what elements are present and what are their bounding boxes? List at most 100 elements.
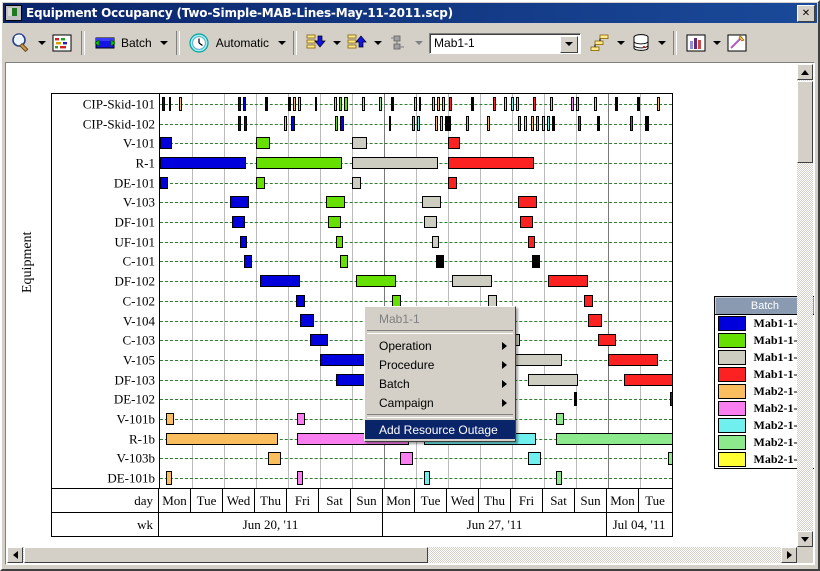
gantt-bar[interactable] bbox=[542, 116, 545, 130]
context-menu-item-operation[interactable]: Operation bbox=[365, 336, 515, 355]
gantt-bar[interactable] bbox=[556, 413, 564, 425]
gantt-bar[interactable] bbox=[518, 196, 537, 208]
gantt-bar[interactable] bbox=[424, 216, 437, 228]
gantt-bar[interactable] bbox=[571, 97, 574, 111]
gantt-bar[interactable] bbox=[532, 255, 540, 267]
gantt-bar[interactable] bbox=[624, 374, 672, 386]
gantt-bar[interactable] bbox=[608, 354, 658, 366]
vertical-scrollbar[interactable] bbox=[797, 64, 813, 547]
gantt-bar[interactable] bbox=[238, 116, 241, 130]
gantt-bar[interactable] bbox=[291, 116, 295, 130]
database-dropdown-arrow[interactable] bbox=[655, 30, 668, 56]
sort-descending-dropdown-arrow[interactable] bbox=[330, 30, 343, 56]
context-menu-item-procedure[interactable]: Procedure bbox=[365, 355, 515, 374]
gantt-bar[interactable] bbox=[179, 97, 182, 111]
gantt-bar[interactable] bbox=[391, 97, 394, 111]
gantt-bar[interactable] bbox=[436, 255, 444, 267]
gantt-bar[interactable] bbox=[230, 196, 249, 208]
gantt-bar[interactable] bbox=[238, 97, 241, 111]
scroll-right-button[interactable] bbox=[781, 547, 797, 563]
gantt-bar[interactable] bbox=[531, 116, 534, 130]
gantt-bar[interactable] bbox=[487, 116, 490, 130]
gantt-bar[interactable] bbox=[448, 177, 457, 189]
gantt-bar[interactable] bbox=[297, 471, 303, 485]
gantt-bar[interactable] bbox=[466, 116, 469, 130]
gantt-bar[interactable] bbox=[594, 97, 597, 111]
gantt-bar[interactable] bbox=[315, 97, 317, 111]
gantt-bar[interactable] bbox=[297, 413, 305, 425]
gantt-steps-dropdown-arrow[interactable] bbox=[614, 30, 627, 56]
gantt-bar[interactable] bbox=[352, 157, 438, 169]
gantt-bar[interactable] bbox=[352, 137, 367, 149]
gantt-bar[interactable] bbox=[445, 116, 451, 130]
gantt-bar[interactable] bbox=[412, 116, 415, 130]
gantt-bar[interactable] bbox=[584, 295, 593, 307]
gantt-bar[interactable] bbox=[598, 334, 616, 346]
gantt-bar[interactable] bbox=[449, 97, 452, 111]
gantt-bar[interactable] bbox=[340, 116, 344, 130]
horizontal-scrollbar[interactable] bbox=[7, 547, 797, 563]
gantt-bar[interactable] bbox=[244, 116, 247, 130]
context-menu-item-batch[interactable]: Batch bbox=[365, 374, 515, 393]
gantt-bar[interactable] bbox=[336, 236, 343, 248]
gantt-bar[interactable] bbox=[578, 116, 581, 130]
gantt-bar[interactable] bbox=[310, 334, 328, 346]
gantt-bar[interactable] bbox=[528, 374, 578, 386]
gantt-bar[interactable] bbox=[511, 97, 514, 111]
gantt-bar[interactable] bbox=[528, 452, 541, 464]
gantt-bar[interactable] bbox=[533, 97, 536, 111]
gantt-bar[interactable] bbox=[240, 236, 247, 248]
gantt-bar[interactable] bbox=[435, 116, 438, 130]
gantt-bar[interactable] bbox=[362, 97, 365, 111]
gantt-bar[interactable] bbox=[424, 471, 430, 485]
gantt-bar[interactable] bbox=[536, 116, 539, 130]
context-menu-item-add-resource-outage[interactable]: Add Resource Outage bbox=[365, 420, 515, 439]
pencil-chart-button[interactable] bbox=[724, 30, 750, 56]
horizontal-scrollbar-thumb[interactable] bbox=[24, 547, 428, 563]
gantt-bar[interactable] bbox=[256, 137, 270, 149]
gantt-bar[interactable] bbox=[326, 196, 345, 208]
gantt-bar[interactable] bbox=[389, 116, 391, 130]
gantt-bar[interactable] bbox=[298, 97, 301, 111]
gantt-bar[interactable] bbox=[528, 236, 535, 248]
gantt-bar[interactable] bbox=[452, 275, 492, 287]
sort-ascending-button[interactable] bbox=[344, 30, 370, 56]
context-menu-item-campaign[interactable]: Campaign bbox=[365, 393, 515, 412]
sort-ascending-dropdown-arrow[interactable] bbox=[371, 30, 384, 56]
batch-selector-dropdown-button[interactable] bbox=[560, 36, 578, 53]
gantt-bar[interactable] bbox=[518, 116, 521, 130]
context-menu[interactable]: Mab1-1 OperationProcedureBatchCampaign A… bbox=[364, 306, 516, 442]
gantt-bar[interactable] bbox=[440, 116, 443, 130]
gantt-bar[interactable] bbox=[471, 97, 474, 111]
gantt-bar[interactable] bbox=[296, 295, 305, 307]
gantt-bar[interactable] bbox=[417, 116, 420, 130]
gantt-bar[interactable] bbox=[356, 275, 396, 287]
gantt-bar[interactable] bbox=[668, 452, 672, 464]
gantt-bar[interactable] bbox=[344, 97, 348, 111]
batch-dropdown-arrow[interactable] bbox=[158, 30, 171, 56]
gantt-bar[interactable] bbox=[588, 314, 602, 326]
gantt-bar[interactable] bbox=[335, 116, 338, 130]
gantt-bar[interactable] bbox=[516, 97, 519, 111]
bar-chart-button[interactable] bbox=[683, 30, 709, 56]
gantt-bar[interactable] bbox=[547, 116, 550, 130]
gantt-bar[interactable] bbox=[160, 157, 246, 169]
gantt-bar[interactable] bbox=[657, 97, 660, 111]
gantt-bar[interactable] bbox=[448, 157, 534, 169]
palette-button[interactable] bbox=[49, 30, 75, 56]
gantt-bar[interactable] bbox=[232, 216, 245, 228]
zoom-dropdown-arrow[interactable] bbox=[35, 30, 48, 56]
gantt-bar[interactable] bbox=[334, 97, 337, 111]
gantt-bar[interactable] bbox=[442, 97, 445, 111]
gantt-bar[interactable] bbox=[448, 137, 460, 149]
filter-dropdown-arrow[interactable] bbox=[412, 30, 425, 56]
gantt-bar[interactable] bbox=[284, 116, 287, 130]
scroll-up-button[interactable] bbox=[797, 64, 813, 80]
close-button[interactable]: ✕ bbox=[797, 5, 815, 22]
gantt-bar[interactable] bbox=[256, 157, 342, 169]
gantt-bar[interactable] bbox=[260, 275, 300, 287]
gantt-bar[interactable] bbox=[400, 452, 413, 464]
gantt-bar[interactable] bbox=[265, 97, 268, 111]
gantt-bar[interactable] bbox=[293, 97, 296, 111]
gantt-bar[interactable] bbox=[169, 97, 171, 111]
